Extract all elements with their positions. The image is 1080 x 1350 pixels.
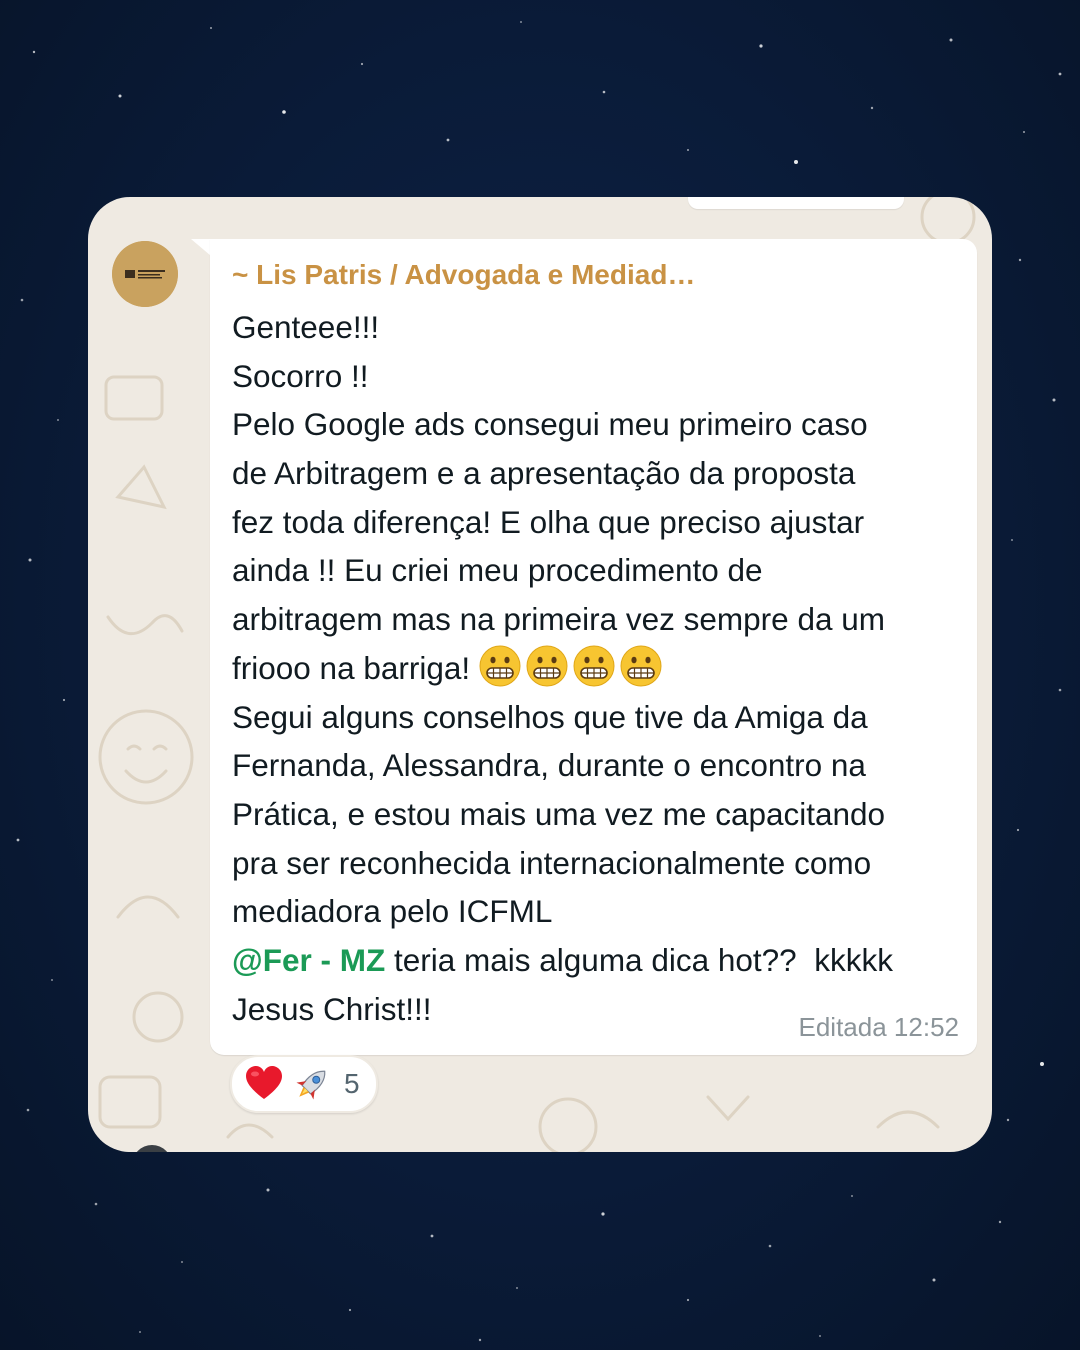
message-line-text: friooo na barriga! [232, 649, 471, 686]
message-line: Pelo Google ads consegui meu primeiro ca… [232, 406, 868, 443]
message-line: mediadora pelo ICFML [232, 893, 553, 930]
message-line: ainda !! Eu criei meu procedimento de [232, 552, 763, 589]
message-line: fez toda diferença! E olha que preciso a… [232, 503, 865, 540]
message-line-mention: @Fer - MZ teria mais alguma dica hot?? k… [232, 936, 967, 985]
chat-window: ~ Lis Patris / Advogada e Mediad… Gentee… [88, 197, 992, 1152]
rocket-icon [296, 1070, 326, 1100]
message-time: 12:52 [893, 1012, 959, 1042]
message-line: Socorro !! [232, 357, 369, 394]
grimacing-face-icon [620, 645, 662, 687]
grimacing-face-icon [479, 645, 521, 687]
grimacing-face-icon [526, 645, 568, 687]
message-meta: Editada 12:52 [799, 1012, 960, 1043]
message-text: Genteee!!! Socorro !! Pelo Google ads co… [232, 303, 967, 1033]
heart-icon [246, 1066, 282, 1099]
message-line: de Arbitragem e a apresentação da propos… [232, 455, 856, 492]
message-line: Prática, e estou mais uma vez me capacit… [232, 795, 886, 832]
edited-label: Editada [798, 1012, 887, 1042]
grimacing-face-icon [573, 645, 615, 687]
message-line-text: teria mais alguma dica hot?? kkkkk [385, 941, 893, 978]
message-line: Fernanda, Alessandra, durante o encontro… [232, 747, 866, 784]
message-line: arbitragem mas na primeira vez sempre da… [232, 601, 885, 638]
message-line: Segui alguns conselhos que tive da Amiga… [232, 698, 868, 735]
sender-avatar[interactable] [112, 241, 178, 307]
sender-name[interactable]: ~ Lis Patris / Advogada e Mediad… [232, 259, 695, 291]
reactions-pill[interactable]: 5 [230, 1055, 378, 1113]
message-line-emoji: friooo na barriga! [232, 644, 967, 693]
message-bubble[interactable]: ~ Lis Patris / Advogada e Mediad… Gentee… [210, 239, 977, 1055]
message-line: pra ser reconhecida internacionalmente c… [232, 844, 872, 881]
reaction-count: 5 [344, 1068, 360, 1099]
user-mention-link[interactable]: @Fer - MZ [232, 942, 385, 978]
law-office-logo-avatar [112, 241, 178, 307]
previous-message-peek [688, 197, 904, 209]
message-line: Genteee!!! [232, 309, 380, 345]
